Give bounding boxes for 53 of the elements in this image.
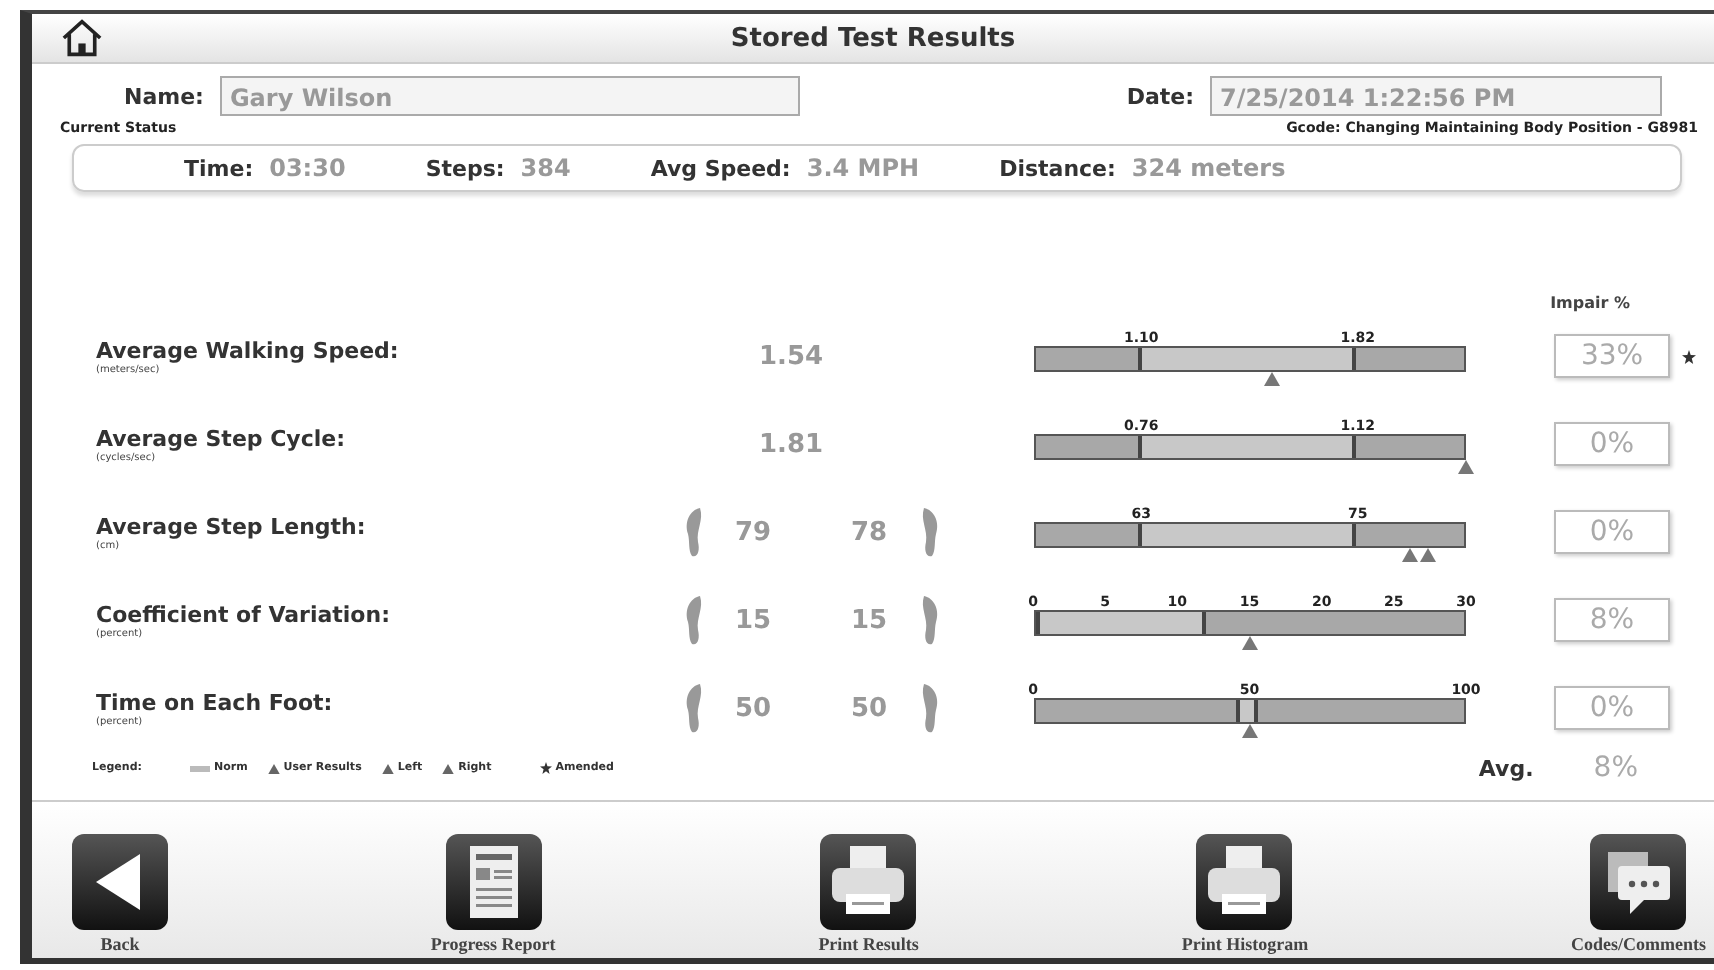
- left-value: 15: [733, 605, 774, 635]
- right-value: 78: [849, 517, 890, 547]
- impair-heading: Impair %: [1550, 294, 1630, 312]
- impair-value: 33%: [1554, 334, 1670, 378]
- printer-icon: [1196, 834, 1293, 930]
- impair-value: 0%: [1554, 510, 1670, 554]
- summary-value: 03:30: [269, 154, 346, 182]
- summary-value: 324 meters: [1131, 154, 1286, 182]
- metric-label: Average Walking Speed:: [96, 337, 401, 363]
- star-icon: [539, 762, 552, 774]
- left-foot-icon: [681, 682, 706, 734]
- toolbar-button[interactable]: Print Histogram: [1181, 834, 1309, 954]
- metric-label: Coefficient of Variation:: [96, 601, 392, 627]
- right-foot-icon: [917, 682, 942, 734]
- metric-label: Average Step Length:: [96, 513, 368, 539]
- name-label: Name:: [124, 83, 204, 109]
- toolbar-button[interactable]: Codes/Comments: [1570, 834, 1706, 954]
- left-foot-icon: [681, 506, 706, 558]
- toolbar-button[interactable]: Print Results: [818, 834, 919, 954]
- impair-value: 8%: [1554, 598, 1670, 642]
- average-value: 8%: [1593, 752, 1638, 784]
- document-icon: [445, 834, 542, 930]
- right-foot-icon: [917, 594, 942, 646]
- norm-swatch: [189, 765, 210, 771]
- left-value: 50: [733, 693, 774, 723]
- home-icon[interactable]: [60, 18, 104, 58]
- metric-value: 1.54: [757, 341, 826, 371]
- summary-label: Time:: [184, 155, 254, 181]
- summary-label: Distance:: [999, 155, 1116, 181]
- right-value: 50: [849, 693, 890, 723]
- impair-value: 0%: [1554, 422, 1670, 466]
- speech-bubble-icon: [1590, 834, 1687, 930]
- summary-label: Avg Speed:: [650, 155, 791, 181]
- metric-label: Time on Each Foot:: [96, 689, 335, 715]
- date-label: Date:: [1126, 83, 1194, 109]
- impair-value: 0%: [1554, 686, 1670, 730]
- triangle-icon: [267, 763, 280, 773]
- summary-label: Steps:: [425, 155, 505, 181]
- left-foot-icon: [681, 594, 706, 646]
- left-value: 79: [733, 517, 774, 547]
- printer-icon: [820, 834, 917, 930]
- toolbar-button[interactable]: Progress Report: [430, 834, 556, 954]
- right-value: 15: [849, 605, 890, 635]
- summary-value: 3.4 MPH: [806, 154, 920, 182]
- toolbar-button[interactable]: Back: [72, 834, 168, 954]
- triangle-icon: [381, 763, 394, 773]
- summary-value: 384: [520, 154, 571, 182]
- window-title: Stored Test Results: [730, 23, 1016, 53]
- metric-value: 1.81: [757, 429, 826, 459]
- right-foot-icon: [917, 506, 942, 558]
- triangle-icon: [442, 763, 455, 773]
- metric-label: Average Step Cycle:: [96, 425, 348, 451]
- average-label: Avg.: [1478, 755, 1534, 781]
